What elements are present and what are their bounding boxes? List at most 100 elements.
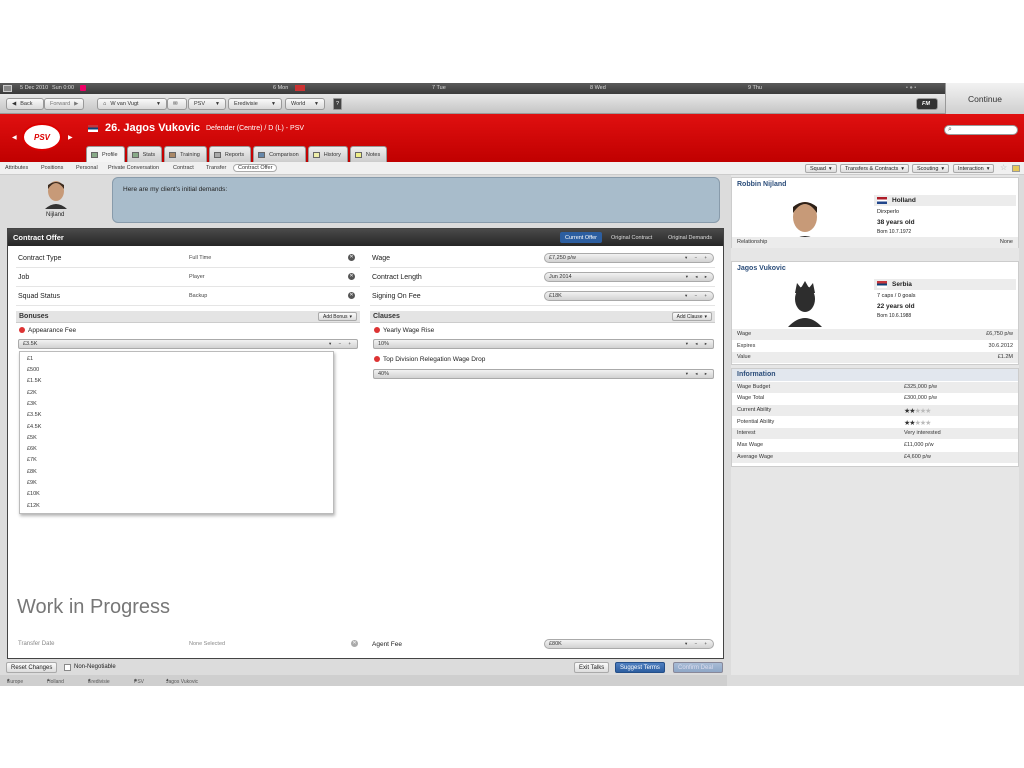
subnav-personal[interactable]: Personal [76,165,98,171]
breadcrumb-player[interactable]: Jagos Vukovic ▴ [166,677,198,685]
add-bonus-button[interactable]: Add Bonus ▾ [318,312,357,321]
work-in-progress-watermark: Work in Progress [17,596,171,618]
stepper-controls-icon[interactable]: ▾ − + [329,340,357,348]
non-negotiable-checkbox[interactable] [64,664,71,671]
tab-notes[interactable]: Notes [349,146,388,162]
agent-avatar[interactable] [43,179,69,209]
transfer-date-row[interactable]: Transfer Date None Selected ✕ [16,636,360,654]
club-logo[interactable]: PSV [22,123,62,151]
dropdown-option[interactable]: £1 [27,356,33,362]
dropdown-option[interactable]: £3K [27,401,37,407]
relegation-wage-drop-select[interactable]: 40% ▾ ◂ ▸ [373,369,714,379]
wage-stepper[interactable]: £7,250 p/w ▾ − + [544,253,714,263]
next-arrow-icon[interactable]: ▶ [68,134,73,141]
squad-menu-button[interactable]: Squad ▾ [805,164,837,173]
subnav-private-conversation[interactable]: Private Conversation [108,165,159,171]
manager-menu[interactable]: ⌂ W van Vugt ▼ [97,98,167,110]
stepper-controls-icon[interactable]: ▾ − + [685,292,713,300]
dropdown-option[interactable]: £3.5K [27,412,41,418]
tab-current-offer[interactable]: Current Offer [560,232,602,243]
reset-changes-button[interactable]: Reset Changes [6,662,58,673]
dropdown-option[interactable]: £2K [27,390,37,396]
window-controls-icon[interactable]: ▪ ● ▪ [906,85,916,91]
yearly-wage-rise-select[interactable]: 10% ▾ ◂ ▸ [373,339,714,349]
stepper-controls-icon[interactable]: ▾ − + [685,640,713,648]
search-input[interactable]: ⌕ [944,125,1018,135]
breadcrumb-europe[interactable]: Europe ▴ [7,677,23,685]
inbox-button[interactable]: ✉ [167,98,187,110]
tab-label: Comparison [269,151,299,158]
dropdown-option[interactable]: £1.5K [27,378,41,384]
transfers-contracts-menu-button[interactable]: Transfers & Contracts ▾ [840,164,910,173]
interaction-menu-button[interactable]: Interaction ▾ [953,164,995,173]
tab-original-demands[interactable]: Original Demands [663,232,717,243]
breadcrumb-holland[interactable]: Holland ▴ [47,677,64,685]
dropdown-option[interactable]: £5K [27,435,37,441]
dropdown-option[interactable]: £12K [27,503,40,509]
dropdown-option[interactable]: £6K [27,446,37,452]
signing-fee-stepper[interactable]: £18K ▾ − + [544,291,714,301]
bonuses-header: Bonuses Add Bonus ▾ [16,311,360,323]
calendar-icon[interactable] [3,85,12,92]
subnav-transfer[interactable]: Transfer [206,165,226,171]
remove-icon[interactable] [19,327,25,333]
tab-history[interactable]: History [307,146,348,162]
club-menu[interactable]: PSV ▼ [188,98,226,110]
tab-comparison[interactable]: Comparison [253,146,306,162]
forward-button[interactable]: Forward ▶ [44,98,84,110]
tab-training[interactable]: Training [164,146,207,162]
dropdown-option[interactable]: £500 [27,367,39,373]
bonus-name: Appearance Fee [28,327,77,334]
dropdown-option[interactable]: £7K [27,457,37,463]
remove-icon[interactable] [374,356,380,362]
tab-profile[interactable]: Profile [86,146,125,162]
subnav-contract-offer[interactable]: Contract Offer [233,164,278,172]
change-icon[interactable]: ✕ [348,254,355,261]
change-icon[interactable]: ✕ [348,292,355,299]
previous-arrow-icon[interactable]: ◀ [12,134,17,141]
tab-stats[interactable]: Stats [126,146,163,162]
information-card: Information Wage Budget £325,000 p/w Wage… [731,368,1019,467]
contract-type-row[interactable]: Contract Type Full Time ✕ [16,250,360,268]
stepper-controls-icon[interactable]: ▾ ◂ ▸ [686,340,713,348]
breadcrumb-psv[interactable]: PSV ▴ [134,677,144,685]
change-icon[interactable]: ✕ [348,273,355,280]
remove-icon[interactable] [374,327,380,333]
stepper-controls-icon[interactable]: ▾ ◂ ▸ [686,273,713,281]
tab-original-contract[interactable]: Original Contract [606,232,657,243]
stepper-controls-icon[interactable]: ▾ ◂ ▸ [686,370,713,378]
world-menu[interactable]: World ▼ [285,98,325,110]
player-card-name[interactable]: Jagos Vukovic [737,265,786,272]
contract-length-stepper[interactable]: Jun 2014 ▾ ◂ ▸ [544,272,714,282]
fm-menu-button[interactable]: FM [916,98,938,110]
confirm-deal-button[interactable]: Confirm Deal [673,662,723,673]
subnav-attributes[interactable]: Attributes [5,165,28,171]
add-note-icon[interactable] [1012,165,1020,172]
subnav-contract[interactable]: Contract [173,165,194,171]
league-menu[interactable]: Eredivisie ▼ [228,98,282,110]
agent-fee-stepper[interactable]: £80K ▾ − + [544,639,714,649]
subnav-positions[interactable]: Positions [41,165,63,171]
suggest-terms-button[interactable]: Suggest Terms [615,662,665,673]
scouting-menu-button[interactable]: Scouting ▾ [912,164,950,173]
appearance-fee-select[interactable]: £3.5K ▾ − + [18,339,358,349]
row-value: Very interested [904,430,941,436]
dropdown-option[interactable]: £10K [27,491,40,497]
back-button[interactable]: ◀ Back [6,98,44,110]
agent-card-name[interactable]: Robbin Nijland [737,181,786,188]
clear-icon[interactable]: ✕ [351,640,358,647]
job-row[interactable]: Job Player ✕ [16,269,360,287]
star-icon[interactable]: ☆ [1000,163,1007,172]
help-button[interactable]: ? [333,98,342,110]
stepper-controls-icon[interactable]: ▾ − + [685,254,713,262]
tab-reports[interactable]: Reports [208,146,252,162]
continue-button[interactable]: Continue [945,83,1024,114]
exit-talks-button[interactable]: Exit Talks [574,662,610,673]
dropdown-option[interactable]: £8K [27,469,37,475]
dropdown-option[interactable]: £9K [27,480,37,486]
add-clause-button[interactable]: Add Clause ▾ [671,312,712,321]
calendar-strip[interactable]: 5 Dec 2010 Sun 0:00 6 Mon 7 Tue 8 Wed 9 … [0,83,945,94]
breadcrumb-eredivisie[interactable]: Eredivisie ▴ [88,677,110,685]
squad-status-row[interactable]: Squad Status Backup ✕ [16,288,360,306]
dropdown-option[interactable]: £4.5K [27,424,41,430]
